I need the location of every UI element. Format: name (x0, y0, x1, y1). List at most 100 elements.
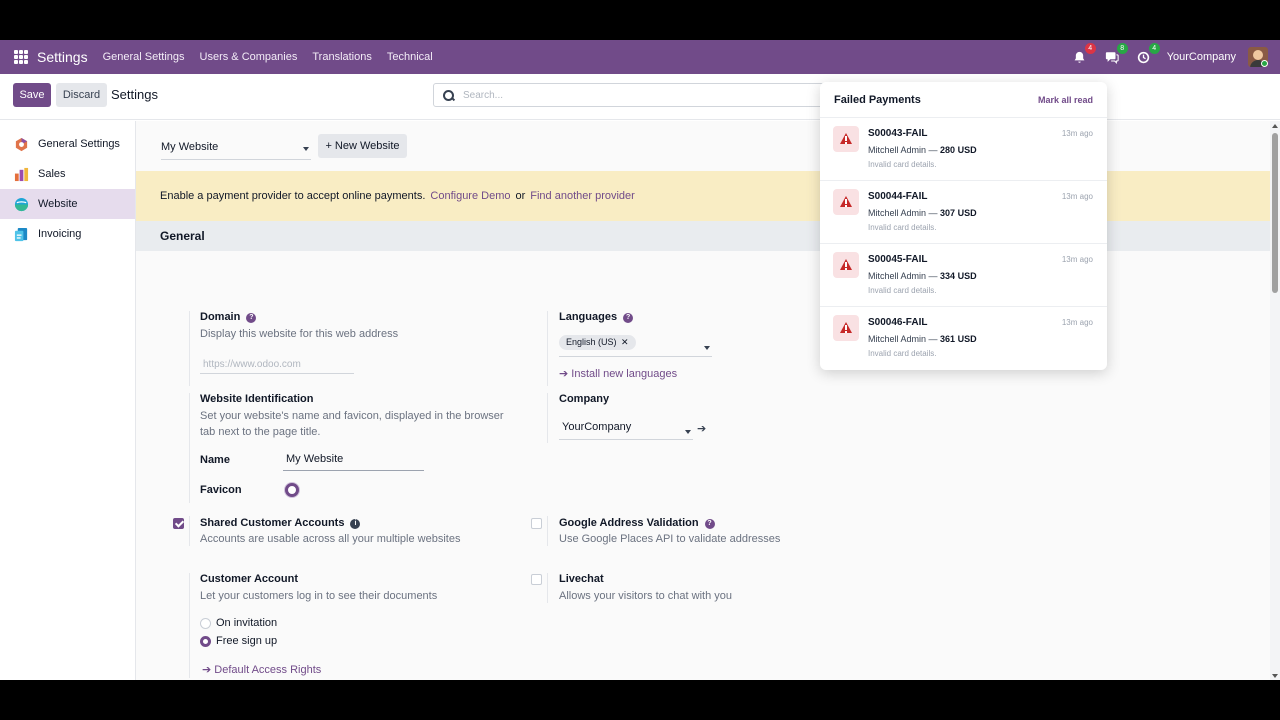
alert-or: or (515, 190, 526, 202)
sidebar-item-label: Invoicing (38, 228, 82, 240)
notification-time: 13m ago (1061, 192, 1093, 201)
remove-tag-icon[interactable]: ✕ (621, 337, 629, 347)
help-icon[interactable]: ? (246, 313, 257, 323)
activity-bell-icon[interactable]: 4 (1071, 43, 1096, 66)
app-frame: Settings General Settings Users & Compan… (0, 40, 1280, 680)
alert-text: Enable a payment provider to accept onli… (160, 190, 426, 202)
notification-item[interactable]: S00046-FAIL 13m ago Mitchell Admin — 361… (820, 307, 1107, 370)
internal-link-arrow-icon[interactable]: ➔ (697, 422, 706, 435)
notification-line: Mitchell Admin — 280 USD (868, 145, 977, 155)
setting-livechat: Livechat Allows your visitors to chat wi… (559, 573, 879, 604)
sidebar-item-invoicing[interactable]: Invoicing (0, 219, 135, 249)
menu-technical[interactable]: Technical (387, 51, 433, 63)
page-title: Settings (111, 87, 158, 102)
shared-accounts-title: Shared Customer Accounts (200, 517, 345, 529)
systray: 4 8 4 YourCompany (1071, 40, 1280, 74)
favicon-image[interactable] (285, 483, 299, 497)
messages-chat-icon[interactable]: 8 (1103, 43, 1128, 66)
search-box[interactable] (433, 83, 843, 107)
configure-demo-link[interactable]: Configure Demo (430, 190, 510, 202)
setting-customer-account: Customer Account Let your customers log … (200, 573, 520, 604)
radio-free-signup-label[interactable]: Free sign up (216, 635, 277, 647)
help-icon[interactable]: ? (623, 313, 634, 323)
failed-payments-dropdown: Failed Payments Mark all read S00043-FAI… (820, 82, 1107, 370)
livechat-checkbox[interactable] (531, 574, 542, 585)
main-scrollbar[interactable] (1270, 121, 1280, 680)
notification-title: S00045-FAIL (868, 254, 928, 265)
warning-icon (833, 126, 859, 152)
setting-shared-accounts: Shared Customer Accounts i Accounts are u… (200, 517, 520, 547)
sidebar-item-label: Sales (38, 168, 66, 180)
warning-icon (833, 252, 859, 278)
favicon-label: Favicon (200, 484, 242, 496)
apps-menu-icon[interactable] (14, 50, 28, 64)
top-navbar: Settings General Settings Users & Compan… (0, 40, 1280, 74)
sidebar-item-label: General Settings (38, 138, 120, 150)
find-provider-link[interactable]: Find another provider (530, 190, 635, 202)
mark-all-read-button[interactable]: Mark all read (1038, 95, 1093, 105)
radio-on-invitation[interactable] (200, 618, 211, 629)
search-icon (443, 89, 454, 101)
odoo-settings-icon (14, 137, 29, 152)
website-selector[interactable]: My Website (161, 138, 311, 160)
menu-general-settings[interactable]: General Settings (103, 51, 185, 63)
help-icon[interactable]: ? (704, 519, 715, 529)
settings-sidebar: General Settings Sales Website Invoicing (0, 121, 136, 680)
notification-detail: Invalid card details. (868, 286, 937, 295)
sidebar-item-sales[interactable]: Sales (0, 159, 135, 189)
sidebar-item-general-settings[interactable]: General Settings (0, 129, 135, 159)
notification-detail: Invalid card details. (868, 349, 937, 358)
dropdown-title: Failed Payments (834, 93, 921, 106)
info-icon[interactable]: i (350, 519, 361, 529)
menu-translations[interactable]: Translations (312, 51, 372, 63)
discard-button[interactable]: Discard (56, 83, 107, 107)
scroll-down-arrow-icon[interactable] (1272, 674, 1278, 678)
google-address-checkbox[interactable] (531, 518, 542, 529)
default-access-rights-link[interactable]: ➔ Default Access Rights (202, 663, 321, 676)
notification-detail: Invalid card details. (868, 223, 937, 232)
notification-line: Mitchell Admin — 307 USD (868, 208, 977, 218)
online-status-dot (1261, 60, 1268, 67)
notification-line: Mitchell Admin — 334 USD (868, 271, 977, 281)
clock-activity-icon[interactable]: 4 (1135, 43, 1160, 66)
customer-account-desc: Let your customers log in to see their d… (200, 590, 438, 602)
notification-item[interactable]: S00044-FAIL 13m ago Mitchell Admin — 307… (820, 181, 1107, 244)
search-input[interactable] (463, 89, 763, 101)
setting-company: Company (559, 393, 759, 405)
domain-desc: Display this website for this web addres… (200, 328, 399, 340)
company-switcher[interactable]: YourCompany (1167, 51, 1236, 63)
app-title[interactable]: Settings (37, 49, 88, 65)
setting-domain: Domain? Display this website for this we… (200, 311, 500, 374)
scroll-thumb[interactable] (1272, 133, 1278, 293)
setting-languages: Languages? English (US) ✕ ➔ Install new … (559, 311, 859, 380)
invoicing-app-icon (14, 227, 29, 242)
save-button[interactable]: Save (13, 83, 51, 107)
scroll-up-arrow-icon[interactable] (1272, 124, 1278, 128)
dropdown-header: Failed Payments Mark all read (820, 82, 1107, 118)
menu-users-companies[interactable]: Users & Companies (200, 51, 298, 63)
sidebar-item-website[interactable]: Website (0, 189, 135, 219)
domain-input[interactable]: https://www.odoo.com (200, 356, 354, 374)
notification-item[interactable]: S00043-FAIL 13m ago Mitchell Admin — 280… (820, 118, 1107, 181)
shared-accounts-desc: Accounts are usable across all your mult… (200, 533, 461, 545)
warning-icon (833, 315, 859, 341)
warning-icon (833, 189, 859, 215)
notification-detail: Invalid card details. (868, 160, 937, 169)
name-label: Name (200, 454, 230, 466)
notification-time: 13m ago (1061, 318, 1093, 327)
website-name-input[interactable]: My Website (283, 453, 424, 471)
languages-field[interactable]: English (US) ✕ (559, 335, 712, 357)
new-website-button[interactable]: + New Website (318, 134, 407, 158)
company-select[interactable]: YourCompany (559, 421, 693, 440)
notification-title: S00043-FAIL (868, 128, 928, 139)
languages-title: Languages (559, 311, 618, 323)
shared-accounts-checkbox[interactable] (173, 518, 184, 529)
radio-free-signup[interactable] (200, 636, 211, 647)
radio-on-invitation-label[interactable]: On invitation (216, 617, 277, 629)
install-languages-link[interactable]: ➔ Install new languages (559, 367, 859, 380)
identification-desc: Set your website's name and favicon, dis… (200, 410, 504, 438)
chevron-down-icon (704, 346, 710, 350)
identification-title: Website Identification (200, 393, 314, 405)
messages-count-badge: 8 (1116, 43, 1128, 54)
notification-item[interactable]: S00045-FAIL 13m ago Mitchell Admin — 334… (820, 244, 1107, 307)
